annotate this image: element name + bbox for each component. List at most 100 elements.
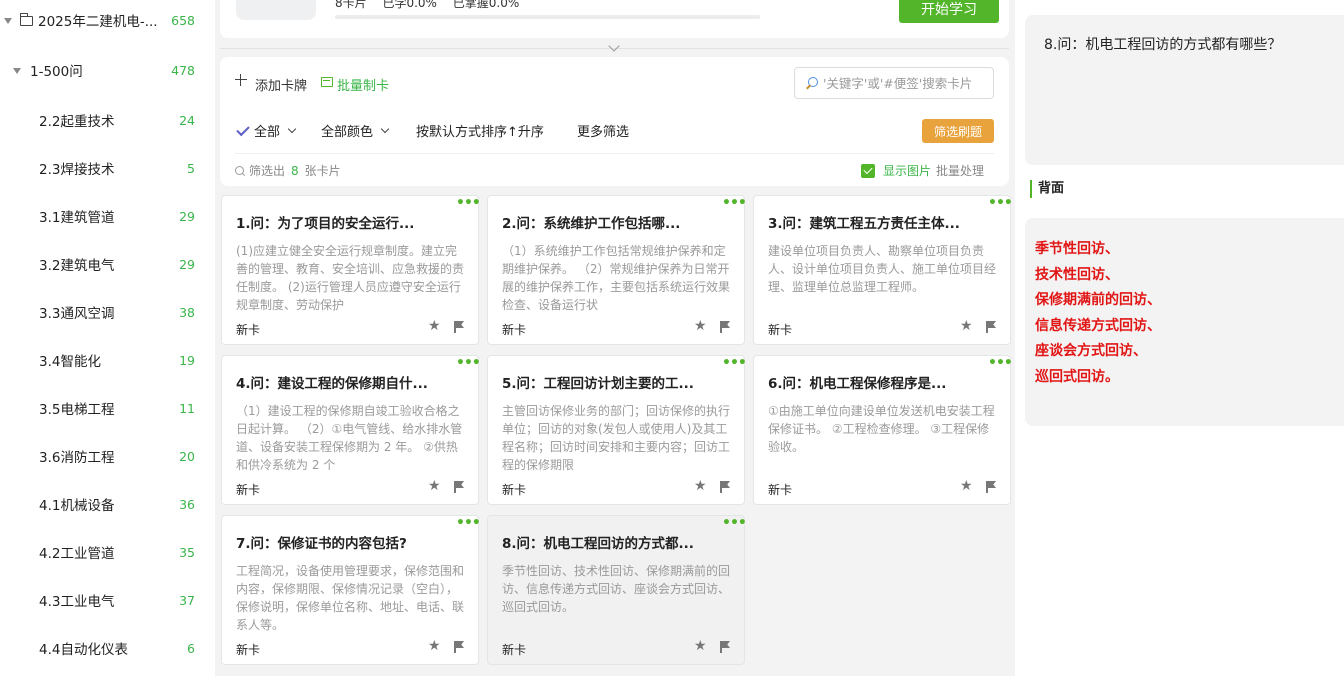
more-options-icon[interactable]: ••• (722, 196, 747, 210)
card-title: 6.问：机电工程保修程序是... (768, 376, 947, 392)
flash-card[interactable]: ••• 2.问：系统维护工作包括哪... （1）系统维护工作包括常规维护保养和定期维… (487, 195, 747, 345)
divider (235, 153, 994, 154)
sidebar-item-count: 11 (179, 400, 195, 416)
sidebar-item-label: 3.5电梯工程 (39, 402, 115, 418)
flag-icon[interactable] (720, 481, 730, 493)
flash-card[interactable]: ••• 5.问：工程回访计划主要的工... 主管回访保修业务的部门；回访保修的执行单… (487, 355, 747, 505)
card-status-tag: 新卡 (236, 323, 261, 337)
sidebar-item-label: 3.4智能化 (39, 354, 101, 370)
star-icon[interactable]: ★ (428, 319, 441, 333)
learned-rate: 已学0.0% (382, 0, 437, 10)
show-images-toggle[interactable]: 显示图片 (861, 162, 931, 179)
deck-progress-bar (335, 15, 760, 19)
card-count: 8卡片 (335, 0, 367, 10)
check-icon (236, 122, 250, 136)
sidebar-item[interactable]: 4.1机械设备 36 (0, 484, 215, 524)
flag-icon[interactable] (720, 321, 730, 333)
sidebar-item-label: 3.1建筑管道 (39, 210, 115, 226)
sidebar-item[interactable]: 2025年二建机电-... 658 (0, 0, 215, 40)
sidebar-item-label: 4.4自动化仪表 (39, 642, 128, 658)
sidebar-item-label: 2.3焊接技术 (39, 162, 115, 178)
card-title: 3.问：建筑工程五方责任主体... (768, 216, 960, 232)
flash-card[interactable]: ••• 8.问：机电工程回访的方式都... 季节性回访、技术性回访、保修期满前的回访… (487, 515, 747, 665)
filter-all-dropdown[interactable]: 全部 (236, 121, 297, 140)
search-input[interactable] (823, 73, 991, 93)
flash-card[interactable]: ••• 1.问：为了项目的安全运行... (1)应建立健全安全运行规章制度。建立完善… (221, 195, 481, 345)
answer-box: 季节性回访、 技术性回访、 保修期满前的回访、 信息传递方式回访、 座谈会方式回访、 巡回… (1025, 218, 1344, 426)
flash-card[interactable]: ••• 6.问：机电工程保修程序是... ①由施工单位向建设单位发送机电安装工程保修… (753, 355, 1013, 505)
sidebar: 2025年二建机电-... 658 1-500问 478 2.2起重技术 24 2.3焊接技… (0, 0, 215, 676)
sort-dropdown[interactable]: 按默认方式排序↑升序 (416, 121, 544, 140)
star-icon[interactable]: ★ (694, 319, 707, 333)
start-study-button[interactable]: 开始学习 (899, 0, 999, 23)
sidebar-item[interactable]: 2.3焊接技术 5 (0, 148, 215, 188)
batch-card-icon[interactable] (321, 77, 333, 87)
sidebar-item[interactable]: 2.2起重技术 24 (0, 100, 215, 140)
more-options-icon[interactable]: ••• (722, 356, 747, 370)
card-title: 5.问：工程回访计划主要的工... (502, 376, 694, 392)
mastered-rate: 已掌握0.0% (452, 0, 520, 10)
add-card-button[interactable]: 添加卡牌 (255, 75, 307, 94)
sidebar-item[interactable]: 3.4智能化 19 (0, 340, 215, 380)
sidebar-item-count: 19 (179, 352, 195, 368)
sidebar-item-label: 4.1机械设备 (39, 498, 115, 514)
flag-icon[interactable] (454, 641, 464, 653)
more-options-icon[interactable]: ••• (722, 516, 747, 530)
sidebar-item-count: 29 (179, 256, 195, 272)
quiz-button[interactable]: 筛选刷题 (922, 119, 994, 143)
card-status-tag: 新卡 (768, 483, 793, 497)
caret-down-icon[interactable] (4, 18, 12, 24)
caret-down-icon[interactable] (13, 68, 21, 74)
sidebar-item[interactable]: 4.4自动化仪表 6 (0, 628, 215, 668)
card-status-tag: 新卡 (502, 643, 527, 657)
show-images-checkbox[interactable] (861, 163, 875, 178)
flash-card[interactable]: ••• 4.问：建设工程的保修期自什... （1）建设工程的保修期自竣工验收合格之日… (221, 355, 481, 505)
sidebar-item[interactable]: 4.3工业电气 37 (0, 580, 215, 620)
sidebar-item[interactable]: 3.2建筑电气 29 (0, 244, 215, 284)
chevron-down-icon[interactable] (608, 40, 620, 52)
more-options-icon[interactable]: ••• (988, 196, 1013, 210)
sidebar-item-label: 2.2起重技术 (39, 114, 115, 130)
more-options-icon[interactable]: ••• (456, 516, 481, 530)
card-title: 8.问：机电工程回访的方式都... (502, 536, 694, 552)
filter-result: 筛选出 8 张卡片 (235, 162, 341, 179)
star-icon[interactable]: ★ (960, 479, 973, 493)
plus-icon[interactable] (235, 74, 247, 86)
more-options-icon[interactable]: ••• (988, 356, 1013, 370)
back-side-label: 背面 (1030, 180, 1064, 198)
batch-process-button[interactable]: 批量处理 (936, 162, 984, 179)
flash-card[interactable]: ••• 7.问：保修证书的内容包括? 工程简况，设备使用管理要求，保修范围和内容，保… (221, 515, 481, 665)
more-options-icon[interactable]: ••• (456, 196, 481, 210)
color-filter-dropdown[interactable]: 全部颜色 (321, 121, 390, 140)
star-icon[interactable]: ★ (694, 639, 707, 653)
flag-icon[interactable] (720, 641, 730, 653)
card-status-tag: 新卡 (502, 483, 527, 497)
card-title: 7.问：保修证书的内容包括? (236, 536, 407, 552)
sidebar-item[interactable]: 1-500问 478 (0, 50, 215, 90)
sidebar-item[interactable]: 3.3通风空调 38 (0, 292, 215, 332)
batch-create-button[interactable]: 批量制卡 (337, 75, 389, 94)
sidebar-item[interactable]: 3.6消防工程 20 (0, 436, 215, 476)
search-box[interactable] (794, 67, 994, 99)
star-icon[interactable]: ★ (428, 479, 441, 493)
show-images-label: 显示图片 (883, 164, 932, 178)
sidebar-item[interactable]: 4.2工业管道 35 (0, 532, 215, 572)
main-area: 8卡片 已学0.0% 已掌握0.0% 开始学习 添加卡牌 批量制卡 全部 全部颜… (215, 0, 1015, 676)
card-body: 主管回访保修业务的部门；回访保修的执行单位；回访的对象(发包人或使用人)及其工程… (502, 404, 731, 472)
star-icon[interactable]: ★ (960, 319, 973, 333)
filter-result-suffix: 张卡片 (304, 164, 341, 178)
more-options-icon[interactable]: ••• (456, 356, 481, 370)
sidebar-item[interactable]: 3.1建筑管道 29 (0, 196, 215, 236)
star-icon[interactable]: ★ (694, 479, 707, 493)
card-body: ①由施工单位向建设单位发送机电安装工程保修证书。 ②工程检查修理。 ③工程保修验… (768, 404, 995, 454)
sidebar-item-label: 2025年二建机电-... (38, 14, 158, 30)
flash-card[interactable]: ••• 3.问：建筑工程五方责任主体... 建设单位项目负责人、勘察单位项目负责人、… (753, 195, 1013, 345)
star-icon[interactable]: ★ (428, 639, 441, 653)
more-filters-button[interactable]: 更多筛选 (577, 121, 629, 140)
flag-icon[interactable] (454, 481, 464, 493)
sidebar-item[interactable]: 3.5电梯工程 11 (0, 388, 215, 428)
flag-icon[interactable] (986, 321, 996, 333)
sidebar-item-count: 20 (179, 448, 195, 464)
flag-icon[interactable] (986, 481, 996, 493)
flag-icon[interactable] (454, 321, 464, 333)
